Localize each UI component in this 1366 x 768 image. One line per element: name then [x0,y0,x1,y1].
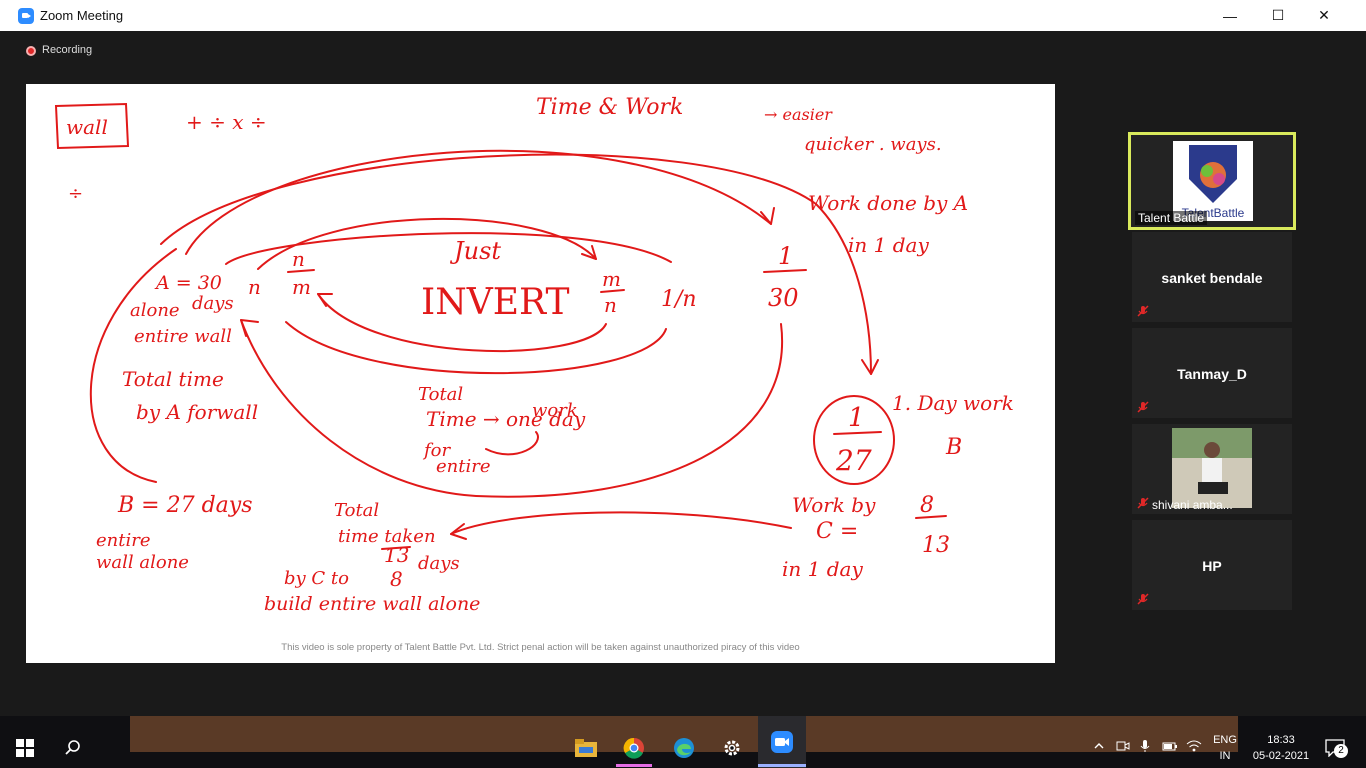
maximize-button[interactable]: ☐ [1255,0,1301,31]
hw-work-done-by-a: Work done by A [808,191,968,215]
hw-entire-wall: entire wall [134,326,232,347]
hw-one-top: 1 [778,242,793,270]
hw-wall: wall [66,115,108,139]
participant-tile-shivani[interactable]: shivani amba... [1132,424,1292,514]
hw-thirteen: 13 [384,543,409,567]
mic-muted-icon [1137,593,1149,605]
window-title: Zoom Meeting [40,8,124,23]
hw-b-eq: B = 27 days [117,493,253,518]
hw-entire: entire [436,456,491,477]
hw-c-eq: C = [816,519,858,544]
edge-icon[interactable] [666,728,702,768]
search-icon[interactable] [56,728,90,768]
camera-icon[interactable] [1114,736,1132,756]
participant-name: sanket bendale [1161,270,1263,286]
fraction-bar [763,269,807,273]
hw-days-2: days [418,553,460,574]
close-button[interactable]: ✕ [1301,0,1347,31]
participant-name: Tanmay_D [1177,366,1247,382]
hw-quicker: quicker . ways. [804,134,942,155]
mic-muted-icon [1137,305,1149,317]
language-indicator[interactable]: ENG IN [1208,732,1242,764]
hw-eight: 8 [390,567,403,591]
hw-in-1-day-2: in 1 day [782,557,863,581]
inner-bottom-arc [285,321,667,375]
hw-by-a-for-wall: by A forwall [136,400,258,424]
hw-wall-alone: wall alone [96,552,189,573]
participant-tile-sanket-bendale[interactable]: sanket bendale [1132,232,1292,322]
minimize-button[interactable]: — [1207,0,1253,31]
hw-eight-top: 8 [920,493,934,518]
settings-icon[interactable] [714,728,750,768]
hw-one-over-n: 1/n [661,287,697,312]
zoom-app-icon [18,8,34,24]
hw-build-entire: build entire wall alone [264,593,480,615]
participant-name: HP [1202,558,1222,574]
hw-one-day-work: 1. Day work [892,391,1014,415]
hw-divide: ÷ [68,183,83,204]
hw-total-3: Total [334,500,379,521]
participant-name: shivani amba... [1152,498,1233,512]
notifications-badge: 2 [1334,744,1348,758]
hw-days: days [192,293,234,314]
hw-n-over: n [292,247,305,271]
hw-n-under: n [604,293,617,317]
recording-label[interactable]: Recording [42,44,92,56]
notifications-icon[interactable]: 2 [1320,736,1350,760]
file-explorer-icon[interactable] [568,728,604,768]
hw-title: Time & Work [536,95,683,120]
chrome-active-indicator [616,764,652,767]
participant-photo [1172,428,1252,508]
hw-twenty-seven: 27 [835,444,872,477]
hw-n-left: n [248,275,261,299]
hw-in-1-day: in 1 day [848,233,929,257]
wifi-icon[interactable] [1184,736,1204,756]
zoom-active-indicator [758,764,806,767]
hw-a-eq: A = 30 [154,272,222,294]
title-bar: Zoom Meeting — ☐ ✕ [0,0,1366,31]
whiteboard-drawing: wall + ÷ x ÷ ÷ Time & Work → easier quic… [54,95,1014,615]
hw-total-2: Total [418,384,463,405]
chrome-icon[interactable] [616,728,652,768]
zoom-icon[interactable] [758,716,806,768]
arrow-head [240,319,259,337]
hw-m-under: m [292,275,311,299]
hw-work-by: Work by [792,493,876,517]
hw-m-over: m [602,267,621,291]
chevron-up-icon[interactable] [1090,736,1108,756]
participant-tile-hp[interactable]: HP [1132,520,1292,610]
screen-share-view[interactable]: wall + ÷ x ÷ ÷ Time & Work → easier quic… [26,84,1055,663]
c-arrow [450,511,792,535]
copyright-notice: This video is sole property of Talent Ba… [281,642,800,653]
hw-easier: → easier [764,105,833,124]
participant-tile-tanmay-d[interactable]: Tanmay_D [1132,328,1292,418]
hw-ops: + ÷ x ÷ [186,110,267,134]
hw-just: Just [449,237,501,265]
talent-battle-logo: TalentBattle [1173,141,1253,221]
recording-bar [0,31,1366,71]
arrow-head [317,293,333,307]
recording-icon [26,46,36,56]
hw-thirteen-bottom: 13 [922,533,950,558]
microphone-icon[interactable] [1136,736,1154,756]
hw-alone: alone [130,300,180,321]
hw-one-top-2: 1 [848,403,865,433]
curl-arrow [485,431,539,456]
hw-entire-2: entire [96,530,151,551]
battery-icon[interactable] [1160,736,1180,756]
clock[interactable]: 18:33 05-02-2021 [1246,732,1316,764]
mic-muted-icon [1137,497,1149,509]
windows-start-icon[interactable] [8,728,42,768]
participant-name: Talent Battle [1135,211,1208,225]
hw-work: work [532,400,578,421]
hw-by-c-to: by C to [284,568,349,589]
zoom-meeting-window: Zoom Meeting — ☐ ✕ Recording wall + ÷ x … [0,0,1366,768]
mic-muted-icon [1137,401,1149,413]
hw-total-time: Total time [122,367,224,391]
hw-thirty: 30 [768,284,799,312]
hw-b-label: B [945,435,962,460]
hw-invert: INVERT [421,282,569,323]
outer-arc [160,153,872,375]
participant-tile-talent-battle[interactable]: TalentBattle Talent Battle [1128,132,1296,230]
